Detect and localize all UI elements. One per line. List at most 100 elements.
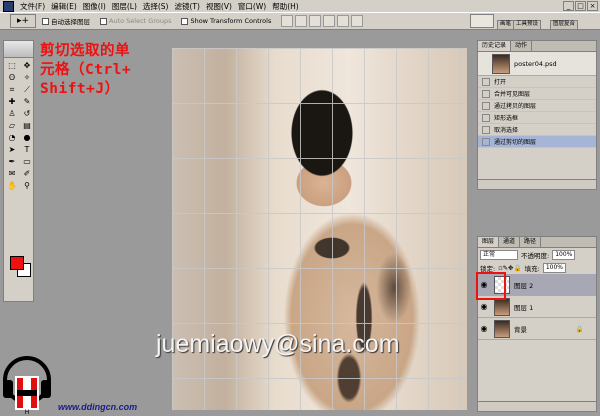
align-bottom-icon[interactable] <box>309 15 322 27</box>
blend-mode-select[interactable]: 正常 <box>480 249 518 260</box>
notes-tool-icon[interactable]: ✉ <box>5 168 19 179</box>
history-step-icon <box>482 89 490 98</box>
snapshot-thumbnail <box>492 53 510 74</box>
restore-button[interactable]: □ <box>575 1 586 11</box>
gradient-tool-icon[interactable]: ▤ <box>20 120 34 131</box>
menu-filter[interactable]: 滤镜(T) <box>172 1 203 12</box>
menu-select[interactable]: 选择(S) <box>140 1 172 12</box>
caption-line: 元格（Ctrl+ <box>40 62 132 78</box>
slice-tool-icon[interactable]: ⟋ <box>20 84 34 95</box>
toolbox-feather-logo <box>4 41 33 58</box>
eyedropper-icon[interactable]: ✐ <box>20 168 34 179</box>
photoshop-app-icon[interactable] <box>3 0 14 12</box>
history-item[interactable]: 通过拷贝的图层 <box>478 100 596 112</box>
close-button[interactable]: × <box>587 1 598 11</box>
history-brush-icon[interactable]: ↺ <box>20 108 34 119</box>
layer-thumbnail <box>494 319 510 338</box>
lock-icons[interactable]: ▫✎✥🔒 <box>498 264 521 272</box>
layer-thumbnail <box>494 297 510 316</box>
eye-icon[interactable]: ◉ <box>478 324 490 333</box>
tab-actions[interactable]: 动作 <box>511 41 533 51</box>
menu-window[interactable]: 窗口(W) <box>235 1 269 12</box>
site-url: www.ddingcn.com <box>58 402 138 412</box>
tab-layers[interactable]: 图层 <box>478 237 500 247</box>
menu-layer[interactable]: 图层(L) <box>109 1 140 12</box>
eraser-tool-icon[interactable]: ▱ <box>5 120 19 131</box>
path-select-icon[interactable]: ➤ <box>5 144 19 155</box>
healing-brush-icon[interactable]: ✚ <box>5 96 19 107</box>
foreground-color-swatch[interactable] <box>10 256 24 270</box>
type-tool-icon[interactable]: T <box>20 144 34 155</box>
move-tool-icon[interactable]: ✥ <box>20 60 34 71</box>
highlight-box <box>476 272 506 300</box>
layers-panel: 图层 通道 路径 正常 不透明度: 100% 锁定: ▫✎✥🔒 填充: 100%… <box>477 236 597 412</box>
history-item[interactable]: 取消选择 <box>478 124 596 136</box>
clone-stamp-icon[interactable]: ♙ <box>5 108 19 119</box>
palette-tab-brushes[interactable]: 画笔 <box>497 20 515 29</box>
menu-file[interactable]: 文件(F) <box>17 1 48 12</box>
history-item[interactable]: 打开 <box>478 76 596 88</box>
history-item-current[interactable]: 通过剪切的图层 <box>478 136 596 148</box>
window-controls: _ □ × <box>563 1 600 11</box>
history-step-icon <box>482 113 490 122</box>
history-item[interactable]: 矩形选框 <box>478 112 596 124</box>
checkbox-icon <box>181 17 189 25</box>
blur-tool-icon[interactable]: ◔ <box>5 132 19 143</box>
menu-view[interactable]: 视图(V) <box>203 1 235 12</box>
history-panel-footer <box>478 179 596 189</box>
email-watermark: juemiaowy@sina.com <box>156 330 400 358</box>
move-tool-preset[interactable]: ▸+ <box>10 14 36 28</box>
menu-edit[interactable]: 编辑(E) <box>48 1 80 12</box>
magic-wand-tool-icon[interactable]: ✧ <box>20 72 34 83</box>
svg-text:H: H <box>25 409 30 416</box>
fill-input[interactable]: 100% <box>542 262 566 273</box>
opacity-input[interactable]: 100% <box>552 249 576 260</box>
hand-tool-icon[interactable]: ✋ <box>5 180 19 191</box>
auto-select-layer-checkbox[interactable]: 自动选择图层 <box>42 16 90 26</box>
palette-well[interactable] <box>470 14 494 28</box>
layer-name: 图层 2 <box>514 281 534 290</box>
align-left-icon[interactable] <box>323 15 336 27</box>
fill-label: 填充: <box>524 264 540 273</box>
align-middle-icon[interactable] <box>295 15 308 27</box>
checkbox-icon <box>100 17 107 25</box>
dodge-tool-icon[interactable]: ● <box>20 132 34 143</box>
marquee-tool-icon[interactable]: ⬚ <box>5 60 19 71</box>
eye-icon[interactable]: ◉ <box>478 302 490 311</box>
zoom-tool-icon[interactable]: ⚲ <box>20 180 34 191</box>
history-snapshot[interactable]: poster04.psd <box>478 52 596 76</box>
palette-tab-layer-comps[interactable]: 图层复合 <box>550 20 579 29</box>
shape-tool-icon[interactable]: ▭ <box>20 156 34 167</box>
history-item[interactable]: 合并可见图层 <box>478 88 596 100</box>
tab-paths[interactable]: 路径 <box>520 237 542 247</box>
toolbox: ⬚ ✥ ʘ ✧ ⌗ ⟋ ✚ ✎ ♙ ↺ ▱ ▤ ◔ ● ➤ T ✒ ▭ ✉ ✐ ✋ ⚲ <box>3 40 34 302</box>
history-step-icon <box>482 101 490 110</box>
history-step-icon <box>482 125 490 134</box>
tutorial-caption: 剪切选取的单 元格（Ctrl+ Shift+J） <box>40 42 165 99</box>
align-right-icon[interactable] <box>351 15 364 27</box>
history-tabs: 历史记录 动作 <box>478 41 596 52</box>
layer-name: 图层 1 <box>514 303 534 312</box>
align-center-icon[interactable] <box>337 15 350 27</box>
menu-image[interactable]: 图像(I) <box>80 1 109 12</box>
layer-row[interactable]: ◉ 背景 🔒 <box>478 318 596 340</box>
minimize-button[interactable]: _ <box>563 1 574 11</box>
checkbox-icon <box>42 17 49 25</box>
palette-tab-tool-presets[interactable]: 工具预设 <box>513 20 542 29</box>
lasso-tool-icon[interactable]: ʘ <box>5 72 19 83</box>
layers-tabs: 图层 通道 路径 <box>478 237 596 248</box>
site-logo-icon: H <box>3 356 51 416</box>
menu-bar: 文件(F) 编辑(E) 图像(I) 图层(L) 选择(S) 滤镜(T) 视图(V… <box>0 0 600 13</box>
crop-tool-icon[interactable]: ⌗ <box>5 84 19 95</box>
caption-line: 剪切选取的单 <box>40 43 130 59</box>
show-transform-checkbox[interactable]: Show Transform Controls <box>181 17 271 25</box>
tab-channels[interactable]: 通道 <box>499 237 521 247</box>
brush-tool-icon[interactable]: ✎ <box>20 96 34 107</box>
align-top-icon[interactable] <box>281 15 294 27</box>
menu-help[interactable]: 帮助(H) <box>269 1 302 12</box>
caption-line: Shift+J） <box>40 81 120 97</box>
layers-panel-footer <box>478 401 596 411</box>
tab-history[interactable]: 历史记录 <box>478 41 512 51</box>
auto-select-groups-checkbox[interactable]: Auto Select Groups <box>100 17 171 25</box>
pen-tool-icon[interactable]: ✒ <box>5 156 19 167</box>
